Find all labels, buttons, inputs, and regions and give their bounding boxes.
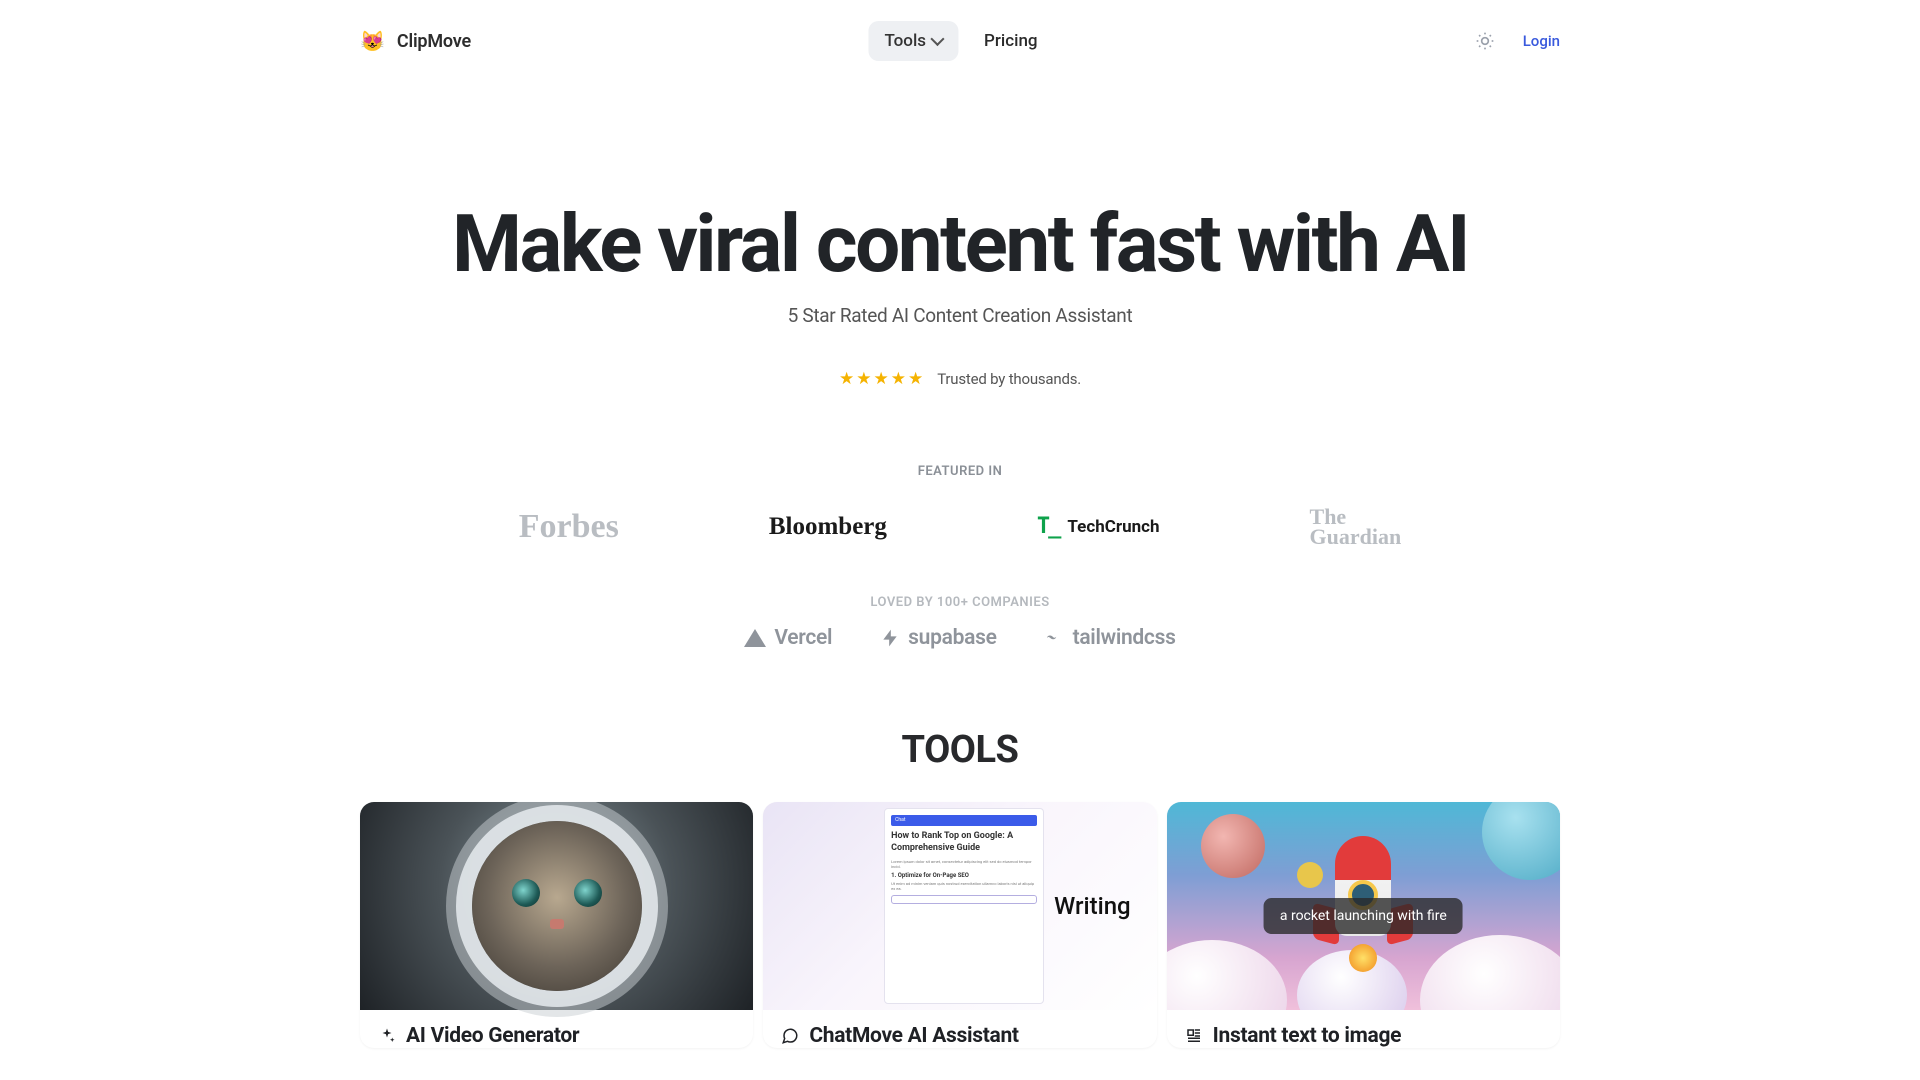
featured-label: FEATURED IN [360,464,1560,479]
hero-subheadline: 5 Star Rated AI Content Creation Assista… [360,304,1560,327]
star-rating: ★ ★ ★ ★ ★ [839,369,923,389]
nav-pricing-link[interactable]: Pricing [970,21,1052,61]
company-name: tailwindcss [1073,626,1176,650]
company-logos: Vercel supabase tailwindcss [360,626,1560,650]
company-name: supabase [908,626,996,650]
trust-text: Trusted by thousands. [937,370,1081,388]
tool-preview: Chat How to Rank Top on Google: A Compre… [763,802,1156,1010]
tool-preview: a rocket launching with fire [1167,802,1560,1010]
hero-headline: Make viral content fast with AI [360,202,1560,286]
sparkle-icon [378,1027,396,1045]
tool-card-text-to-image[interactable]: a rocket launching with fire Instant tex… [1167,802,1560,1048]
featured-in: FEATURED IN Forbes Bloomberg T_ TechCrun… [360,464,1560,547]
brand-name: ClipMove [397,31,471,52]
cloud-icon [1167,940,1287,1010]
guardian-line2: Guardian [1310,527,1402,547]
techcrunch-mark-icon: T_ [1037,514,1060,539]
writing-label: Writing [1054,892,1131,920]
logo-techcrunch: T_ TechCrunch [1037,514,1160,539]
nav-tools-label: Tools [884,31,926,51]
brand-icon: 😻 [360,29,385,53]
tool-card-chat-assistant[interactable]: Chat How to Rank Top on Google: A Compre… [763,802,1156,1048]
star-icon: ★ [856,369,871,389]
tools-section: TOOLS AI Video Generator Chat How to [360,728,1560,1048]
logo-bloomberg: Bloomberg [769,513,887,541]
star-icon: ★ [891,369,906,389]
tools-heading: TOOLS [360,728,1560,772]
loved-by-companies: LOVED BY 100+ COMPANIES Vercel supabase … [360,595,1560,650]
tool-grid: AI Video Generator Chat How to Rank Top … [360,802,1560,1048]
logo-guardian: The Guardian [1310,507,1402,547]
tool-preview [360,802,753,1010]
writing-panel-mock: Chat How to Rank Top on Google: A Compre… [884,808,1044,1004]
supabase-bolt-icon [880,628,900,648]
tool-title: Instant text to image [1213,1024,1402,1048]
logo-vercel: Vercel [744,626,832,650]
planet-icon [1201,814,1265,878]
trust-row: ★ ★ ★ ★ ★ Trusted by thousands. [360,369,1560,389]
cat-astronaut-illustration [472,821,642,991]
main-nav: Tools Pricing [868,21,1051,61]
nav-tools-dropdown[interactable]: Tools [868,21,958,61]
logo-tailwindcss: tailwindcss [1045,626,1176,650]
text-image-icon [1185,1027,1203,1045]
cloud-icon [1420,935,1560,1010]
brand[interactable]: 😻 ClipMove [360,29,471,53]
theme-toggle-icon[interactable] [1475,31,1495,51]
techcrunch-text: TechCrunch [1067,517,1159,537]
tool-card-video-generator[interactable]: AI Video Generator [360,802,753,1048]
tool-title: AI Video Generator [406,1024,579,1048]
tailwind-wave-icon [1045,628,1065,648]
companies-label: LOVED BY 100+ COMPANIES [360,595,1560,610]
logo-forbes: Forbes [519,508,619,546]
star-icon: ★ [873,369,888,389]
login-link[interactable]: Login [1523,32,1560,50]
header-right: Login [1475,31,1560,51]
chevron-down-icon [930,32,944,46]
chat-icon [781,1027,799,1045]
vercel-triangle-icon [744,629,766,647]
panel-tag: Chat [891,815,1037,826]
star-icon: ★ [839,369,854,389]
header: 😻 ClipMove Tools Pricing Login [360,0,1560,82]
tool-title: ChatMove AI Assistant [809,1024,1018,1048]
panel-headline: How to Rank Top on Google: A Comprehensi… [891,830,1037,855]
panel-sub: 1. Optimize for On-Page SEO [891,872,1037,880]
company-name: Vercel [774,626,832,650]
planet-icon [1482,802,1560,880]
prompt-overlay: a rocket launching with fire [1264,898,1463,934]
hero: Make viral content fast with AI 5 Star R… [360,202,1560,389]
star-icon: ★ [908,369,923,389]
planet-icon [1297,862,1323,888]
press-logos: Forbes Bloomberg T_ TechCrunch The Guard… [360,507,1560,547]
logo-supabase: supabase [880,626,996,650]
